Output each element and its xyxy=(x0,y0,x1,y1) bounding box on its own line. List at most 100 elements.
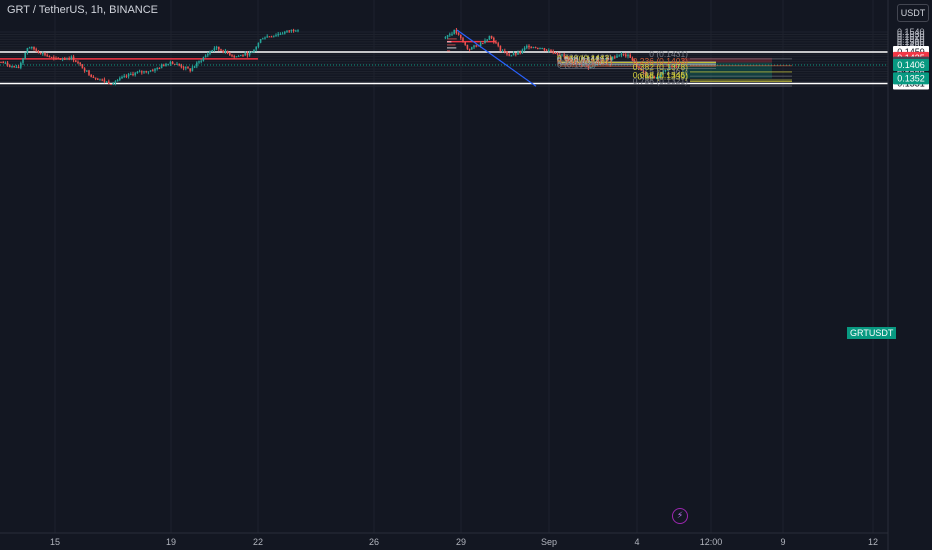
price-badge-label: 0.1352 xyxy=(897,73,925,83)
time-tick-label: 22 xyxy=(253,537,263,547)
candle-body xyxy=(297,30,299,32)
candle-body xyxy=(248,52,251,56)
candle-body xyxy=(622,53,625,55)
candle-body xyxy=(244,53,246,56)
candle-body xyxy=(510,55,513,57)
candle-body xyxy=(182,67,185,69)
candle-body xyxy=(550,50,552,52)
candle-body xyxy=(97,78,99,80)
replay-icon[interactable]: ⚡ xyxy=(672,508,688,524)
time-tick-label: Sep xyxy=(541,537,557,547)
time-tick-label: 29 xyxy=(456,537,466,547)
candle-body xyxy=(180,65,183,68)
candle-body xyxy=(44,53,46,56)
candle-body xyxy=(255,46,257,50)
currency-badge[interactable]: USDT xyxy=(897,4,929,22)
candle-body xyxy=(215,46,218,49)
candle-body xyxy=(616,55,618,58)
candle-body xyxy=(277,34,279,36)
candle-body xyxy=(618,55,620,57)
candle-body xyxy=(625,54,627,57)
candle-body xyxy=(33,46,35,50)
candle-body xyxy=(46,55,48,57)
candle-body xyxy=(552,51,554,54)
candle-body xyxy=(152,70,154,72)
candle-body xyxy=(515,53,517,55)
candle-body xyxy=(114,81,117,84)
candle-body xyxy=(176,63,178,65)
candle-body xyxy=(270,36,273,38)
candle-body xyxy=(31,46,33,48)
candle-body xyxy=(220,49,222,51)
candle-body xyxy=(189,68,191,71)
candle-body xyxy=(160,64,163,69)
candle-body xyxy=(72,56,75,61)
candle-body xyxy=(156,68,158,70)
candle-body xyxy=(101,79,103,81)
candle-body xyxy=(484,40,486,44)
time-tick-label: 19 xyxy=(166,537,176,547)
candle-body xyxy=(284,31,286,34)
candle-body xyxy=(35,49,37,51)
candle-body xyxy=(466,44,469,49)
candle-body xyxy=(286,30,288,32)
candle-body xyxy=(449,34,451,36)
candle-body xyxy=(171,61,174,64)
candle-body xyxy=(64,59,66,61)
candle-body xyxy=(295,30,297,32)
candle-body xyxy=(154,68,156,71)
candle-body xyxy=(281,33,284,35)
candle-body xyxy=(185,67,187,69)
candle-body xyxy=(226,50,229,54)
candle-body xyxy=(108,81,110,85)
candle-body xyxy=(473,45,475,48)
candle-body xyxy=(11,66,13,68)
candle-body xyxy=(614,56,616,58)
candle-body xyxy=(629,54,631,58)
candle-body xyxy=(444,37,447,39)
candle-body xyxy=(490,35,493,38)
candle-body xyxy=(475,45,477,47)
candle-body xyxy=(554,53,557,55)
candle-body xyxy=(4,62,7,64)
candle-body xyxy=(457,33,460,35)
candle-body xyxy=(39,52,42,54)
candle-body xyxy=(446,35,449,38)
candle-body xyxy=(482,43,484,45)
candle-body xyxy=(213,48,216,51)
candle-body xyxy=(99,79,101,81)
candle-body xyxy=(9,65,11,67)
candle-body xyxy=(253,49,255,52)
candle-body xyxy=(534,47,537,49)
candle-body xyxy=(204,55,207,58)
time-tick-label: 9 xyxy=(780,537,785,547)
candle-body xyxy=(86,70,88,72)
candle-body xyxy=(149,70,152,72)
candle-body xyxy=(218,46,220,50)
candle-body xyxy=(174,63,176,65)
candle-body xyxy=(497,43,499,46)
price-chart[interactable]: 0.786 (0.1421)0.618 (0.1417)0.66 (0.1416… xyxy=(0,0,932,550)
candle-body xyxy=(138,71,141,73)
candle-body xyxy=(519,52,521,54)
candle-body xyxy=(530,47,532,49)
candle-body xyxy=(202,57,205,61)
candle-body xyxy=(259,38,262,43)
time-tick-label: 12:00 xyxy=(700,537,723,547)
candle-body xyxy=(193,66,196,68)
chart-background xyxy=(0,0,932,550)
candle-body xyxy=(508,54,510,56)
fib-upper-label: 0 (0.1392) xyxy=(557,59,596,69)
time-tick-label: 4 xyxy=(634,537,639,547)
candle-body xyxy=(222,50,224,53)
candle-body xyxy=(512,53,515,56)
candle-body xyxy=(127,74,130,77)
candle-body xyxy=(235,56,238,58)
candle-body xyxy=(116,79,119,82)
candle-body xyxy=(198,61,200,63)
candle-body xyxy=(279,33,282,35)
candle-body xyxy=(132,74,134,76)
candle-body xyxy=(627,54,629,57)
candle-body xyxy=(528,45,530,48)
candle-body xyxy=(50,57,53,59)
